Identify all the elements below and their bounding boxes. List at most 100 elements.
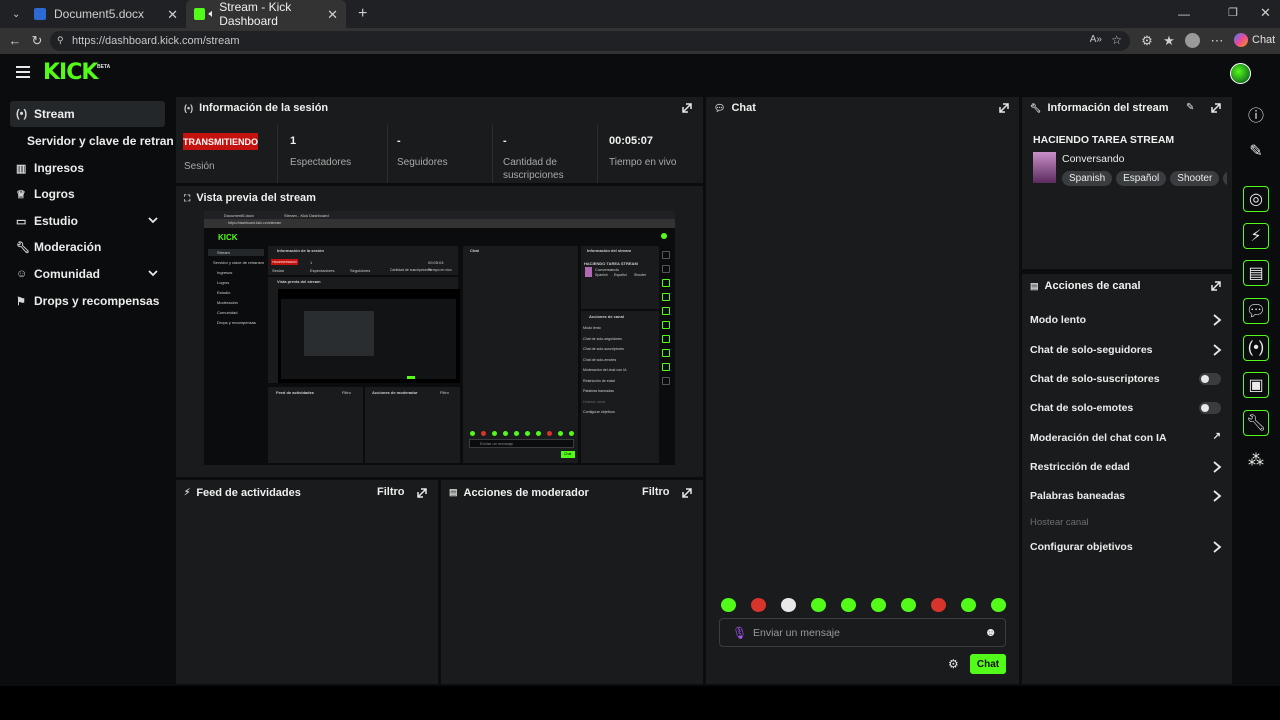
favorite-star-icon[interactable]: ☆: [1111, 33, 1122, 47]
emote-icon[interactable]: [961, 598, 976, 612]
sidebar-item-logros[interactable]: ♕ Logros: [10, 181, 165, 207]
channel-action-row[interactable]: Chat de solo-seguidores: [1030, 340, 1225, 360]
sidebar: (•) Stream Servidor y clave de retransm …: [0, 94, 174, 686]
emote-icon[interactable]: [781, 598, 796, 612]
mini-feed-title: Feed de actividades: [276, 390, 315, 395]
emote-icon[interactable]: [931, 598, 946, 612]
sidebar-item-drops[interactable]: ⚑ Drops y recompensas: [10, 288, 165, 314]
hamburger-menu-icon[interactable]: [16, 66, 30, 78]
category-name[interactable]: Conversando: [1062, 153, 1124, 165]
read-aloud-icon[interactable]: A»: [1090, 34, 1102, 45]
user-avatar[interactable]: [1230, 63, 1251, 84]
clipboard-icon[interactable]: ▤: [1243, 260, 1269, 286]
expand-icon[interactable]: [681, 102, 693, 114]
chevron-right-icon[interactable]: [1211, 343, 1223, 357]
back-button[interactable]: ←: [6, 32, 24, 50]
expand-icon[interactable]: [1210, 280, 1222, 292]
tab-kick-dashboard[interactable]: 🔈︎ Stream - Kick Dashboard ✕: [186, 0, 346, 28]
wrench-icon[interactable]: 🔧︎: [1243, 410, 1269, 436]
add-widget-icon[interactable]: ⁂: [1243, 447, 1269, 473]
sidebar-item-estudio[interactable]: ▭ Estudio: [10, 208, 165, 234]
info-icon[interactable]: ⓘ: [1243, 101, 1269, 127]
chat-settings-gear-icon[interactable]: ⚙: [948, 657, 959, 671]
mini-sidebar-item: Ingresos: [217, 270, 233, 275]
expand-icon[interactable]: [998, 102, 1010, 114]
new-tab-button[interactable]: +: [350, 0, 370, 28]
tab-document5[interactable]: Document5.docx ✕: [26, 0, 186, 28]
close-icon[interactable]: ✕: [167, 7, 178, 23]
tag[interactable]: Español: [1116, 171, 1167, 186]
chat-input[interactable]: 🎙︎ Enviar un mensaje ☻: [719, 618, 1006, 647]
emote-icon[interactable]: [721, 598, 736, 612]
pencil-icon[interactable]: ✎: [1243, 138, 1269, 164]
channel-action-row[interactable]: Modo lento: [1030, 310, 1225, 330]
sidebar-item-ingresos[interactable]: ▥ Ingresos: [10, 155, 165, 181]
tag-overflow[interactable]: [1223, 171, 1227, 186]
microphone-icon[interactable]: 🎙︎: [732, 626, 747, 640]
moderator-icon: ▤: [449, 487, 458, 497]
expand-icon[interactable]: [681, 487, 693, 499]
stream-preview-video[interactable]: Document5.docx Stream - Kick Dashboard h…: [204, 211, 675, 465]
channel-action-row[interactable]: Configurar objetivos: [1030, 537, 1225, 557]
address-bar[interactable]: ⚲ https://dashboard.kick.com/stream A» ☆: [50, 31, 1130, 51]
wrench-icon: 🔧︎: [16, 241, 30, 254]
window-close-button[interactable]: ✕: [1260, 5, 1271, 21]
toggle-switch[interactable]: [1199, 373, 1221, 385]
sidebar-item-moderacion[interactable]: 🔧︎ Moderación: [10, 234, 165, 260]
emote-icon[interactable]: [841, 598, 856, 612]
emote-icon[interactable]: [811, 598, 826, 612]
chat-send-button[interactable]: Chat: [970, 654, 1006, 674]
category-thumbnail[interactable]: [1033, 152, 1056, 183]
sidebar-item-comunidad[interactable]: ☺ Comunidad: [10, 261, 165, 287]
mod-filter-button[interactable]: Filtro: [642, 486, 670, 498]
toggle-switch[interactable]: [1199, 402, 1221, 414]
server-icon[interactable]: ▣: [1243, 372, 1269, 398]
more-menu-icon[interactable]: ⋯: [1208, 32, 1226, 50]
chevron-down-icon[interactable]: [147, 214, 159, 226]
tag[interactable]: Shooter: [1170, 171, 1220, 186]
tab-list-button[interactable]: ⌄: [4, 0, 24, 28]
mini-sidebar-item: Moderación: [217, 300, 238, 305]
chevron-right-icon[interactable]: [1211, 489, 1223, 503]
tag[interactable]: Spanish: [1062, 171, 1113, 186]
site-info-icon[interactable]: ⚲: [57, 35, 64, 46]
channel-action-row[interactable]: Palabras baneadas: [1030, 486, 1225, 506]
close-icon[interactable]: ✕: [327, 7, 338, 23]
chevron-right-icon[interactable]: [1211, 460, 1223, 474]
chat-bubble-icon[interactable]: 💬︎: [1243, 298, 1269, 324]
emote-icon[interactable]: [991, 598, 1006, 612]
emoji-icon[interactable]: ☻: [984, 625, 997, 639]
edit-pencil-icon[interactable]: ✎: [1186, 102, 1194, 113]
channel-action-row[interactable]: Chat de solo-emotes: [1030, 398, 1225, 418]
external-link-icon[interactable]: ↗: [1213, 431, 1221, 442]
minimize-button[interactable]: —: [1178, 7, 1190, 21]
emote-icon[interactable]: [901, 598, 916, 612]
sidebar-item-server-key[interactable]: Servidor y clave de retransm: [21, 128, 174, 154]
lightning-icon[interactable]: ⚡︎: [1243, 223, 1269, 249]
chevron-right-icon[interactable]: [1211, 313, 1223, 327]
favorites-icon[interactable]: ★: [1160, 32, 1178, 50]
profile-avatar[interactable]: [1185, 33, 1200, 48]
channel-action-row[interactable]: Restricción de edad: [1030, 457, 1225, 477]
expand-icon[interactable]: [416, 487, 428, 499]
extensions-icon[interactable]: ⚙: [1138, 32, 1156, 50]
reload-button[interactable]: ↻: [28, 32, 46, 50]
emote-icon[interactable]: [871, 598, 886, 612]
chevron-right-icon[interactable]: [1211, 540, 1223, 554]
copilot-button[interactable]: Chat: [1234, 33, 1275, 47]
mini-action-item: Modo lento: [583, 326, 601, 330]
channel-action-row[interactable]: Moderación del chat con IA ↗: [1030, 428, 1225, 448]
gift-icon: ⚑: [16, 295, 26, 308]
channel-action-row[interactable]: Chat de solo-suscriptores: [1030, 369, 1225, 389]
kick-logo[interactable]: KICK: [43, 60, 98, 85]
speaker-icon[interactable]: 🔈︎: [209, 8, 216, 21]
maximize-button[interactable]: ❐: [1228, 6, 1238, 19]
expand-icon[interactable]: [1210, 102, 1222, 114]
feed-filter-button[interactable]: Filtro: [377, 486, 405, 498]
chevron-down-icon[interactable]: [147, 267, 159, 279]
emote-icon[interactable]: [751, 598, 766, 612]
broadcast-icon[interactable]: (•): [1243, 335, 1269, 361]
screenshot-icon[interactable]: ◎: [1243, 186, 1269, 212]
sidebar-item-stream[interactable]: (•) Stream: [10, 101, 165, 127]
sidebar-item-label: Moderación: [34, 240, 102, 254]
